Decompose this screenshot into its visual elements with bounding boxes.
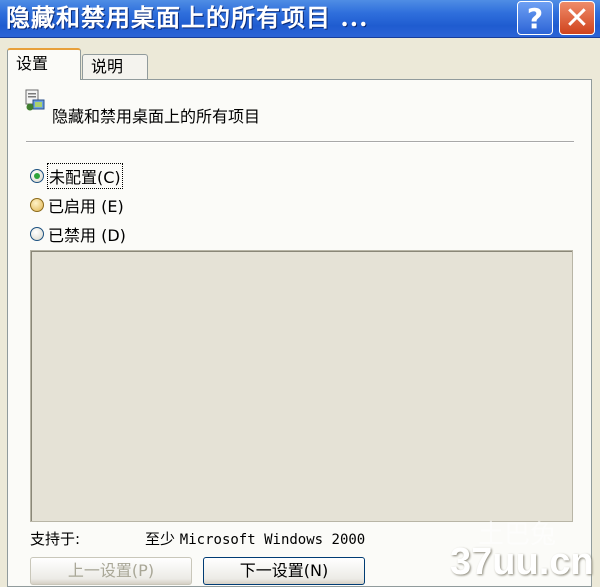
policy-title: 隐藏和禁用桌面上的所有项目	[52, 107, 261, 126]
watermark: 37uu.cn	[450, 541, 594, 583]
help-button[interactable]: ?	[517, 1, 553, 35]
options-area	[30, 250, 573, 522]
divider	[26, 141, 574, 143]
option-label: 未配置(C)	[47, 163, 123, 189]
option-enabled[interactable]: 已启用 (E)	[30, 194, 124, 216]
option-disabled[interactable]: 已禁用 (D)	[30, 223, 126, 245]
radio-button[interactable]	[30, 169, 44, 183]
next-setting-button[interactable]: 下一设置(N)	[203, 557, 365, 585]
option-not-configured[interactable]: 未配置(C)	[30, 163, 123, 189]
title-bar: 隐藏和禁用桌面上的所有项目 ... ? ✕	[0, 0, 600, 38]
previous-setting-button[interactable]: 上一设置(P)	[30, 557, 192, 585]
supported-on-value: 至少 Microsoft Windows 2000	[145, 530, 366, 548]
supported-on-label: 支持于:	[30, 530, 81, 548]
radio-button[interactable]	[30, 198, 44, 212]
tab-settings[interactable]: 设置	[7, 48, 81, 80]
question-mark-icon: ?	[526, 1, 544, 35]
radio-button[interactable]	[30, 227, 44, 241]
window-title: 隐藏和禁用桌面上的所有项目 ...	[6, 3, 369, 32]
option-label: 已禁用 (D)	[48, 226, 126, 245]
policy-setting-icon	[25, 89, 45, 111]
tab-explain[interactable]: 说明	[82, 54, 148, 80]
close-button[interactable]: ✕	[559, 0, 595, 36]
option-label: 已启用 (E)	[48, 197, 124, 216]
close-icon: ✕	[564, 0, 590, 36]
